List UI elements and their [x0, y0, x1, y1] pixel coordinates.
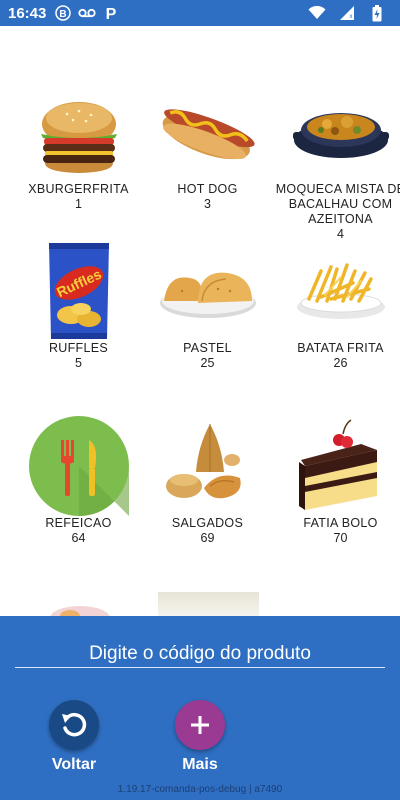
more-button[interactable]: Mais: [165, 700, 235, 774]
product-item[interactable]: FATIA BOLO 70: [274, 416, 400, 546]
product-code: 5: [75, 356, 82, 370]
product-grid: XBURGERFRITA 1 HOT DOG 3 MOQUECA MISTA D…: [0, 26, 400, 616]
more-label: Mais: [182, 756, 218, 773]
back-button[interactable]: Voltar: [39, 700, 109, 774]
svg-text:x: x: [350, 14, 353, 20]
undo-icon: [62, 712, 87, 737]
plus-icon: [191, 716, 209, 734]
product-item[interactable]: MOQUECA MISTA DE BACALHAU COM AZEITONA 4: [274, 82, 400, 242]
svg-text:B: B: [60, 9, 67, 20]
signal-icon: x: [338, 4, 356, 22]
product-name: RUFFLES: [48, 341, 109, 355]
back-button-circle[interactable]: [49, 700, 99, 750]
burger-icon: [40, 102, 117, 173]
status-bar: 16:43 B P x: [0, 0, 400, 26]
product-code: 1: [75, 197, 82, 211]
product-item[interactable]: REFEICAO 64: [12, 416, 145, 546]
wifi-icon: [308, 4, 326, 22]
product-code: 4: [337, 227, 344, 241]
moqueca-icon: [292, 113, 389, 158]
product-name: MOQUECA MISTA DE BACALHAU COM AZEITONA: [275, 182, 400, 226]
product-name: FATIA BOLO: [303, 516, 378, 530]
product-item[interactable]: BATATA FRITA 26: [274, 241, 400, 371]
product-code: 3: [204, 197, 211, 211]
bottom-panel: Voltar Mais 1.19.17-comanda-pos-debug | …: [0, 616, 400, 800]
product-code: 69: [200, 531, 215, 545]
b-badge-icon: B: [54, 4, 72, 22]
product-name: HOT DOG: [177, 182, 238, 196]
product-code: 25: [200, 356, 215, 370]
svg-text:P: P: [106, 6, 117, 21]
battery-charging-icon: [368, 4, 386, 22]
product-code: 26: [333, 356, 348, 370]
product-name: BATATA FRITA: [297, 341, 384, 355]
more-button-circle[interactable]: [175, 700, 225, 750]
product-name: PASTEL: [183, 341, 232, 355]
product-name: REFEICAO: [45, 516, 112, 530]
version-text: 1.19.17-comanda-pos-debug | a7490: [117, 784, 283, 795]
product-code: 64: [71, 531, 86, 545]
product-item[interactable]: PASTEL 25: [141, 241, 274, 371]
hotdog-icon: [162, 109, 255, 160]
back-label: Voltar: [51, 756, 97, 773]
product-code-input[interactable]: [15, 640, 385, 668]
fries-icon: [296, 263, 385, 319]
pastel-icon: [159, 272, 256, 318]
savory-snacks-icon: [165, 424, 241, 499]
status-time: 16:43: [8, 4, 47, 22]
product-item[interactable]: HOT DOG 3: [141, 82, 274, 212]
product-name: SALGADOS: [171, 516, 244, 530]
cake-slice-icon: [298, 419, 377, 510]
parking-icon: P: [102, 4, 120, 22]
product-name: XBURGERFRITA: [28, 182, 129, 196]
food-thumbnail-icon: [50, 606, 110, 616]
product-item[interactable]: Ruffles RUFFLES 5: [12, 241, 145, 371]
product-item[interactable]: SALGADOS 69: [141, 416, 274, 546]
fork-knife-icon: [28, 416, 129, 516]
product-item[interactable]: XBURGERFRITA 1: [12, 82, 145, 212]
product-item-partial[interactable]: [45, 598, 115, 616]
chips-bag-icon: Ruffles: [48, 243, 109, 339]
voicemail-icon: [78, 4, 96, 22]
product-item-partial[interactable]: [158, 592, 259, 616]
product-code: 70: [333, 531, 348, 545]
